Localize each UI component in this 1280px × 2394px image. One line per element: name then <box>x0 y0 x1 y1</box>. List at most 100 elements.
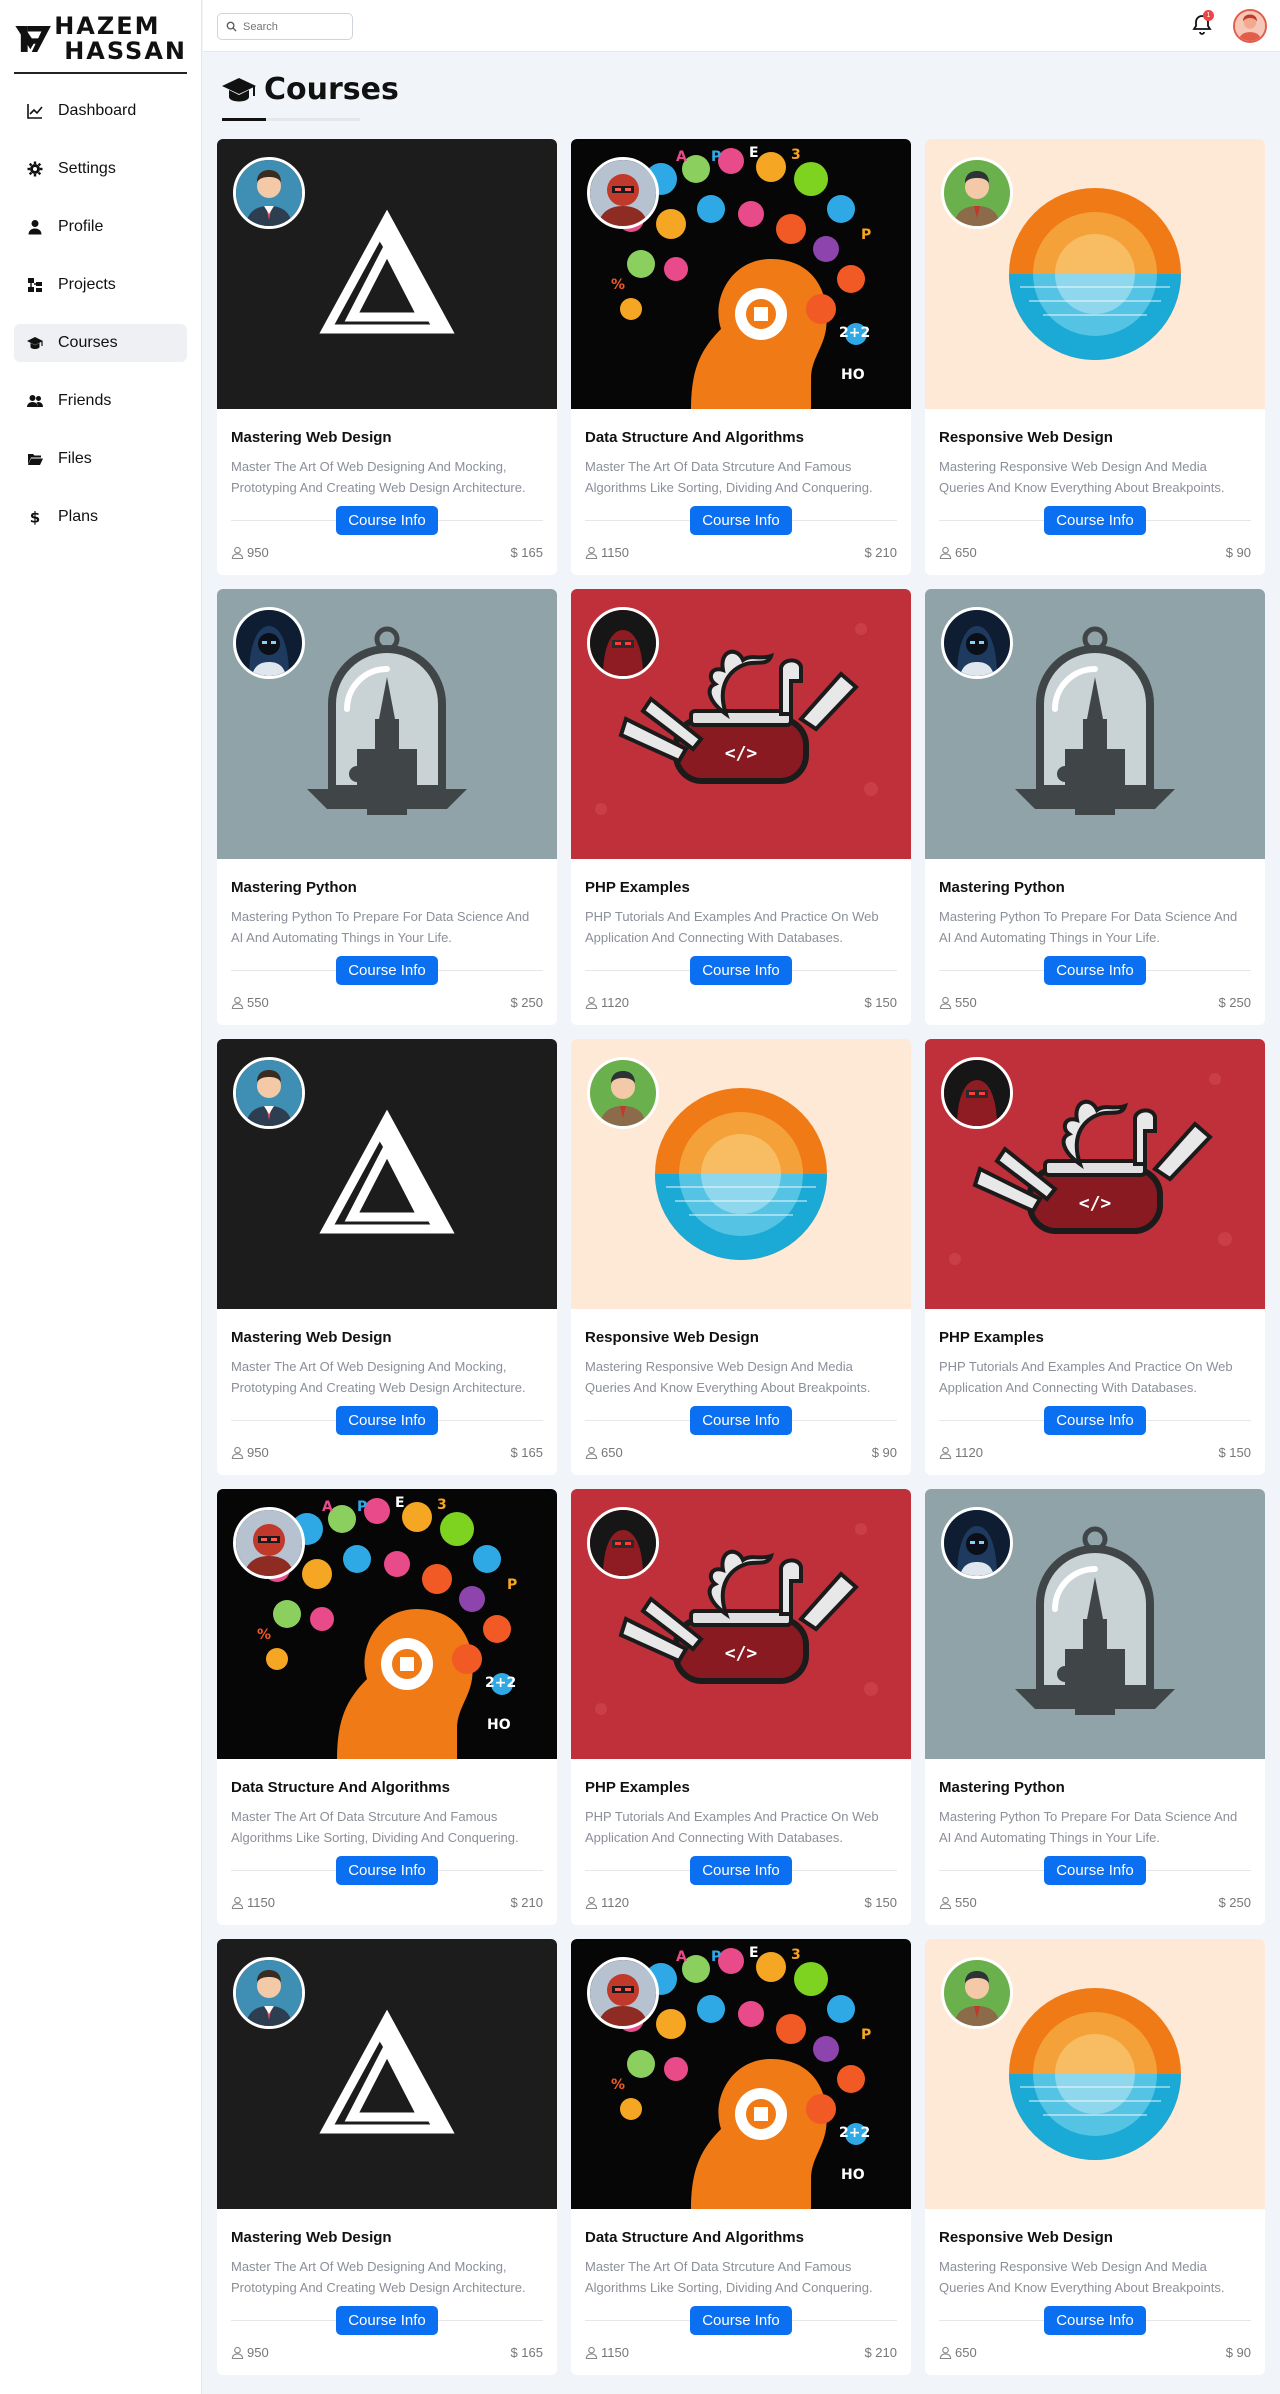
instructor-avatar[interactable] <box>233 1957 305 2029</box>
course-description: Mastering Python To Prepare For Data Sci… <box>231 909 530 945</box>
students-value: 650 <box>955 545 977 560</box>
sidebar-item-courses[interactable]: Courses <box>14 324 187 362</box>
course-price: $ 250 <box>1218 1895 1251 1910</box>
svg-text:</>: </> <box>725 743 758 764</box>
sidebar-item-files[interactable]: Files <box>14 440 187 478</box>
sidebar-nav: Dashboard Settings Profile Projects Cour… <box>14 92 187 536</box>
instructor-avatar[interactable] <box>233 157 305 229</box>
search-box[interactable] <box>217 13 353 40</box>
user-avatar-icon <box>1235 11 1265 41</box>
instructor-avatar[interactable] <box>587 1957 659 2029</box>
course-info-button[interactable]: Course Info <box>690 956 792 985</box>
instructor-avatar[interactable] <box>587 607 659 679</box>
students-count: 950 <box>231 2345 269 2360</box>
course-info-button[interactable]: Course Info <box>336 1856 438 1885</box>
course-image: A P E 3 P 2+2 % HO <box>571 139 911 409</box>
course-info-button[interactable]: Course Info <box>690 1856 792 1885</box>
sidebar-item-friends[interactable]: Friends <box>14 382 187 420</box>
course-card: Responsive Web Design Mastering Responsi… <box>925 139 1265 575</box>
svg-text:HO: HO <box>487 1717 511 1733</box>
course-title: Mastering Python <box>231 879 357 896</box>
course-description: Master The Art Of Web Designing And Mock… <box>231 2259 526 2295</box>
sidebar-item-plans[interactable]: $ Plans <box>14 498 187 536</box>
course-info-button[interactable]: Course Info <box>690 506 792 535</box>
course-card: Responsive Web Design Mastering Responsi… <box>571 1039 911 1475</box>
instructor-avatar-image <box>236 1060 302 1126</box>
students-count: 1120 <box>585 995 629 1010</box>
user-outline-icon <box>939 1446 952 1459</box>
students-value: 550 <box>955 1895 977 1910</box>
course-description: Mastering Responsive Web Design And Medi… <box>939 459 1225 495</box>
students-count: 550 <box>939 995 977 1010</box>
courses-grid: Mastering Web Design Master The Art Of W… <box>217 139 1265 2375</box>
course-description: Mastering Responsive Web Design And Medi… <box>939 2259 1225 2295</box>
course-description: Mastering Responsive Web Design And Medi… <box>585 1359 871 1395</box>
instructor-avatar[interactable] <box>941 1057 1013 1129</box>
user-outline-icon <box>231 996 244 1009</box>
user-outline-icon <box>939 546 952 559</box>
brand-logo[interactable]: HAZEM HASSAN <box>14 14 187 74</box>
instructor-avatar-image <box>590 160 656 226</box>
notification-badge: 1 <box>1203 10 1214 21</box>
instructor-avatar[interactable] <box>233 1507 305 1579</box>
course-description: Mastering Python To Prepare For Data Sci… <box>939 1809 1238 1845</box>
course-info-button[interactable]: Course Info <box>690 1406 792 1435</box>
sidebar-item-profile[interactable]: Profile <box>14 208 187 246</box>
svg-text:E: E <box>749 145 759 161</box>
user-avatar[interactable] <box>1233 9 1267 43</box>
course-price: $ 250 <box>510 995 543 1010</box>
course-title: Mastering Web Design <box>231 429 392 446</box>
students-value: 650 <box>601 1445 623 1460</box>
course-info-button[interactable]: Course Info <box>336 506 438 535</box>
sidebar-item-dashboard[interactable]: Dashboard <box>14 92 187 130</box>
course-info-button[interactable]: Course Info <box>1044 506 1146 535</box>
course-info-button[interactable]: Course Info <box>336 2306 438 2335</box>
instructor-avatar[interactable] <box>587 1057 659 1129</box>
top-header: 1 <box>203 0 1280 52</box>
course-description: Mastering Python To Prepare For Data Sci… <box>939 909 1238 945</box>
notifications-button[interactable]: 1 <box>1190 10 1214 37</box>
course-image <box>217 139 557 409</box>
students-count: 950 <box>231 1445 269 1460</box>
course-info-button[interactable]: Course Info <box>1044 1856 1146 1885</box>
course-info-button[interactable]: Course Info <box>336 956 438 985</box>
course-image <box>217 1039 557 1309</box>
students-count: 1150 <box>585 2345 629 2360</box>
sidebar: HAZEM HASSAN Dashboard Settings Profile <box>0 0 202 2394</box>
instructor-avatar[interactable] <box>941 1507 1013 1579</box>
instructor-avatar[interactable] <box>587 1507 659 1579</box>
search-input[interactable] <box>243 20 343 33</box>
course-card: Mastering Web Design Master The Art Of W… <box>217 139 557 575</box>
instructor-avatar-image <box>944 1510 1010 1576</box>
students-count: 950 <box>231 545 269 560</box>
sidebar-item-label: Files <box>58 450 92 467</box>
students-count: 1150 <box>231 1895 275 1910</box>
course-image <box>217 589 557 859</box>
course-info-button[interactable]: Course Info <box>690 2306 792 2335</box>
course-title: Mastering Web Design <box>231 2229 392 2246</box>
brand-name: HAZEM HASSAN <box>54 14 187 64</box>
course-title: PHP Examples <box>939 1329 1044 1346</box>
instructor-avatar[interactable] <box>941 157 1013 229</box>
instructor-avatar[interactable] <box>233 607 305 679</box>
course-info-button[interactable]: Course Info <box>336 1406 438 1435</box>
sidebar-item-settings[interactable]: Settings <box>14 150 187 188</box>
course-title: Responsive Web Design <box>585 1329 759 1346</box>
course-image <box>217 1939 557 2209</box>
svg-text:HO: HO <box>841 2167 865 2183</box>
brand-line2: HASSAN <box>64 37 187 65</box>
svg-text:A: A <box>676 1949 687 1965</box>
diagram-icon <box>26 276 44 294</box>
svg-text:$: $ <box>30 509 40 525</box>
instructor-avatar[interactable] <box>587 157 659 229</box>
instructor-avatar[interactable] <box>941 607 1013 679</box>
instructor-avatar[interactable] <box>941 1957 1013 2029</box>
students-count: 1120 <box>939 1445 983 1460</box>
instructor-avatar-image <box>590 1510 656 1576</box>
sidebar-item-projects[interactable]: Projects <box>14 266 187 304</box>
course-info-button[interactable]: Course Info <box>1044 2306 1146 2335</box>
course-info-button[interactable]: Course Info <box>1044 956 1146 985</box>
instructor-avatar[interactable] <box>233 1057 305 1129</box>
svg-text:P: P <box>357 1499 367 1515</box>
course-info-button[interactable]: Course Info <box>1044 1406 1146 1435</box>
